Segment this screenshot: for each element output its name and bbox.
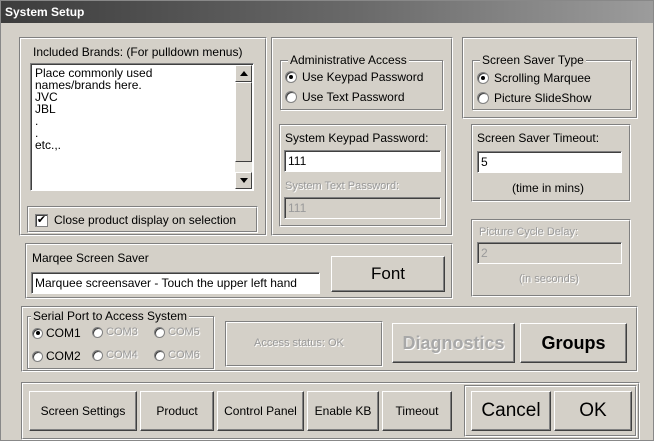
font-button[interactable]: Font: [331, 256, 445, 292]
access-status-label: Access status: OK: [254, 337, 344, 349]
cycle-delay-field: 2: [477, 242, 622, 264]
radio-com1[interactable]: COM1: [32, 326, 81, 340]
radio-label: Picture SlideShow: [494, 91, 592, 105]
timeout-field[interactable]: 5: [477, 151, 622, 173]
marquee-text-field[interactable]: Marquee screensaver - Touch the upper le…: [31, 272, 320, 294]
radio-label: COM4: [106, 349, 138, 361]
radio-keypad-password[interactable]: Use Keypad Password: [285, 70, 423, 84]
radio-label: Use Keypad Password: [302, 70, 424, 84]
enable-kb-button[interactable]: Enable KB: [307, 391, 379, 431]
radio-dot[interactable]: [477, 72, 489, 84]
close-product-checkbox[interactable]: ✔ Close product display on selection: [35, 213, 236, 227]
triangle-up-icon: [239, 71, 248, 76]
screensaver-legend: Screen Saver Type: [480, 53, 586, 67]
radio-com2[interactable]: COM2: [32, 349, 81, 363]
radio-label: Use Text Password: [302, 90, 405, 104]
radio-dot[interactable]: [285, 71, 297, 83]
text-password-label: System Text Password:: [285, 180, 400, 192]
system-setup-window: System Setup Included Brands: (For pulld…: [0, 0, 654, 441]
ok-button[interactable]: OK: [554, 391, 632, 431]
checkbox-box[interactable]: ✔: [35, 213, 48, 227]
window-title: System Setup: [1, 1, 653, 23]
close-product-label: Close product display on selection: [54, 213, 237, 227]
scroll-up-button[interactable]: [235, 65, 252, 82]
radio-label: COM6: [168, 349, 200, 361]
groups-button[interactable]: Groups: [520, 323, 627, 363]
cancel-button[interactable]: Cancel: [471, 391, 551, 431]
cycle-unit-label: (in seconds): [519, 273, 579, 285]
diagnostics-button: Diagnostics: [392, 323, 515, 363]
radio-dot: [154, 326, 165, 338]
radio-com6: COM6: [154, 349, 200, 361]
scroll-thumb[interactable]: [235, 82, 252, 162]
text-password-field: 111: [284, 197, 441, 219]
radio-dot: [154, 349, 165, 361]
brands-label: Included Brands: (For pulldown menus): [33, 45, 243, 59]
list-item[interactable]: JBL: [35, 103, 152, 115]
radio-dot: [92, 326, 103, 338]
radio-com5: COM5: [154, 326, 200, 338]
scroll-down-button[interactable]: [235, 172, 252, 189]
control-panel-button[interactable]: Control Panel: [217, 391, 304, 431]
radio-com3: COM3: [92, 326, 138, 338]
radio-label: COM3: [106, 326, 138, 338]
keypad-password-field[interactable]: 111: [284, 150, 441, 172]
radio-scrolling-marquee[interactable]: Scrolling Marquee: [477, 71, 591, 85]
radio-label: COM1: [46, 326, 81, 340]
screen-settings-button[interactable]: Screen Settings: [29, 391, 137, 431]
keypad-password-label: System Keypad Password:: [285, 131, 429, 145]
radio-label: COM2: [46, 349, 81, 363]
radio-dot[interactable]: [32, 327, 43, 339]
radio-text-password[interactable]: Use Text Password: [285, 90, 405, 104]
brands-scrollbar[interactable]: [235, 65, 252, 189]
timeout-button[interactable]: Timeout: [382, 391, 452, 431]
list-item[interactable]: .: [35, 115, 152, 127]
triangle-down-icon: [239, 178, 248, 183]
radio-dot[interactable]: [32, 350, 43, 362]
product-button[interactable]: Product: [140, 391, 214, 431]
cycle-delay-label: Picture Cycle Delay:: [479, 226, 579, 238]
radio-picture-slideshow[interactable]: Picture SlideShow: [477, 91, 591, 105]
radio-dot: [92, 349, 103, 361]
radio-com4: COM4: [92, 349, 138, 361]
brands-list-lines: Place commonly used names/brands here. J…: [35, 67, 152, 151]
admin-legend: Administrative Access: [288, 53, 409, 67]
marquee-label: Marqee Screen Saver: [32, 251, 149, 265]
brands-listbox[interactable]: Place commonly used names/brands here. J…: [30, 63, 254, 191]
timeout-label: Screen Saver Timeout:: [477, 131, 600, 145]
radio-dot[interactable]: [477, 92, 489, 104]
radio-label: COM5: [168, 326, 200, 338]
radio-label: Scrolling Marquee: [494, 71, 591, 85]
radio-dot[interactable]: [285, 91, 297, 103]
list-item[interactable]: etc.,.: [35, 139, 152, 151]
timeout-unit-label: (time in mins): [512, 181, 585, 195]
serial-legend: Serial Port to Access System: [31, 309, 190, 323]
